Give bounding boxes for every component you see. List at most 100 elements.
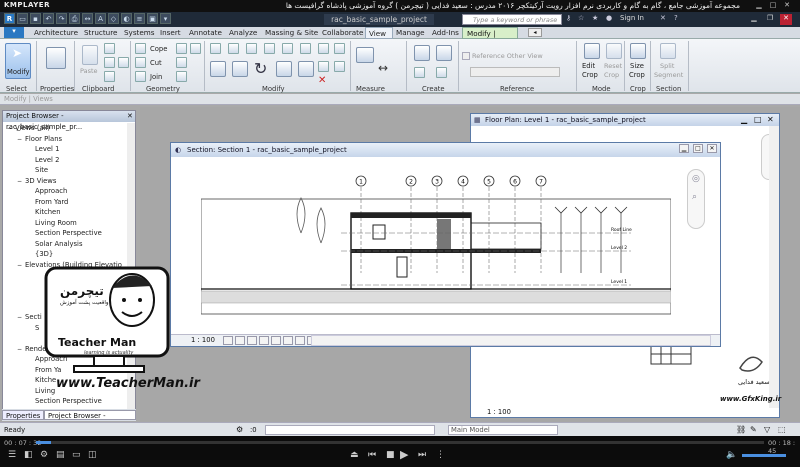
- player-close-icon[interactable]: ✕: [782, 1, 792, 10]
- cut-icon[interactable]: [135, 57, 146, 68]
- move-icon[interactable]: [210, 61, 226, 77]
- workset-dropdown[interactable]: [265, 425, 435, 435]
- section-qat-icon[interactable]: ◐: [121, 13, 132, 24]
- copy-element-icon[interactable]: [232, 61, 248, 77]
- player-play-icon[interactable]: ▶: [400, 448, 408, 461]
- visual-style-icon[interactable]: [235, 336, 245, 345]
- undo-icon[interactable]: ↶: [43, 13, 54, 24]
- select-underlay-icon[interactable]: ⬚: [778, 425, 786, 434]
- tree-toggle-icon[interactable]: −: [17, 178, 25, 185]
- temporary-hide-icon[interactable]: [295, 336, 305, 345]
- subscription-icon[interactable]: ⚷: [566, 14, 571, 22]
- tab-manage[interactable]: Manage: [396, 28, 425, 37]
- floor-plan-close-icon[interactable]: ✕: [767, 115, 774, 124]
- tree-item[interactable]: − Secti: [17, 313, 42, 321]
- qat-dropdown-icon[interactable]: ▾: [160, 13, 171, 24]
- revit-restore-icon[interactable]: ❐: [764, 14, 776, 25]
- tab-collaborate[interactable]: Collaborate: [322, 28, 363, 37]
- tab-view[interactable]: View: [365, 27, 393, 39]
- section-navigation-bar[interactable]: ◎ ⌕: [687, 169, 705, 229]
- tree-toggle-icon[interactable]: −: [17, 262, 25, 269]
- player-eq-icon[interactable]: ▤: [56, 450, 65, 460]
- player-cc-icon[interactable]: ▭: [72, 450, 81, 460]
- create-assembly-icon[interactable]: [414, 45, 430, 61]
- design-option-dropdown[interactable]: Main Model: [448, 425, 558, 435]
- favorites-icon[interactable]: ★: [592, 14, 598, 22]
- tree-item[interactable]: Kitchen: [27, 208, 61, 216]
- tree-toggle-icon[interactable]: −: [17, 346, 25, 353]
- cut-clip-icon[interactable]: [104, 57, 115, 68]
- tree-item[interactable]: −3D Views: [17, 177, 56, 185]
- create-parts-icon[interactable]: [436, 67, 447, 78]
- revit-minimize-icon[interactable]: ▁: [748, 14, 760, 25]
- shadows-icon[interactable]: [259, 336, 269, 345]
- measure-qat-icon[interactable]: ↔: [82, 13, 93, 24]
- paint-icon[interactable]: [176, 71, 187, 82]
- tree-item[interactable]: [27, 271, 35, 279]
- tag-icon[interactable]: A: [95, 13, 106, 24]
- player-prev-icon[interactable]: ⏮: [368, 450, 376, 460]
- tab-systems[interactable]: Systems: [124, 28, 155, 37]
- tree-toggle-icon[interactable]: −: [7, 125, 15, 132]
- tree-item[interactable]: Site: [27, 166, 48, 174]
- open-icon[interactable]: ▭: [17, 13, 28, 24]
- paste-icon[interactable]: [82, 45, 98, 65]
- size-crop-icon[interactable]: [630, 43, 646, 59]
- edit-crop-icon[interactable]: [584, 43, 600, 59]
- section-window[interactable]: Section: Section 1 - rac_basic_sample_pr…: [170, 142, 721, 347]
- create-similar-icon[interactable]: [414, 67, 425, 78]
- exchange-icon[interactable]: ✕: [660, 14, 666, 22]
- split-icon[interactable]: [282, 43, 293, 54]
- pin-icon[interactable]: [318, 43, 329, 54]
- tree-item[interactable]: Section Perspective: [27, 397, 102, 405]
- help-icon[interactable]: ?: [674, 14, 678, 22]
- ribbon-minimize-icon[interactable]: ◂: [528, 28, 542, 37]
- communication-icon[interactable]: ☆: [578, 14, 584, 22]
- clipboard-extra-icon[interactable]: [118, 57, 129, 68]
- section-scale[interactable]: 1 : 100: [191, 336, 215, 344]
- join-icon[interactable]: [135, 71, 146, 82]
- redo-icon[interactable]: ↷: [56, 13, 67, 24]
- tree-item[interactable]: [27, 303, 35, 311]
- crop-view-icon[interactable]: [271, 336, 281, 345]
- project-browser-close-icon[interactable]: ✕: [127, 112, 133, 120]
- player-stop-icon[interactable]: ■: [386, 450, 395, 460]
- player-eject-icon[interactable]: ⏏: [350, 450, 359, 460]
- split-face-icon[interactable]: [176, 57, 187, 68]
- filter-icon[interactable]: ▽: [764, 425, 770, 434]
- rotate-icon[interactable]: ↻: [254, 59, 267, 78]
- measure-icon[interactable]: [356, 47, 374, 63]
- steering-wheel-icon[interactable]: ◎: [692, 174, 700, 184]
- zoom-icon[interactable]: ⌕: [692, 192, 697, 202]
- tree-item[interactable]: Solar Analysis: [27, 240, 83, 248]
- reference-view-dropdown[interactable]: [470, 67, 560, 77]
- worksets-icon[interactable]: ⚙: [236, 425, 243, 434]
- tab-project-browser[interactable]: Project Browser - rac_basic_...: [44, 410, 136, 430]
- section-maximize-icon[interactable]: □: [693, 144, 703, 153]
- floor-plan-minimize-icon[interactable]: ▁: [741, 115, 747, 124]
- thin-lines-icon[interactable]: ≡: [134, 13, 145, 24]
- player-maximize-icon[interactable]: □: [768, 1, 778, 10]
- player-minimize-icon[interactable]: ▁: [754, 1, 764, 10]
- show-crop-icon[interactable]: [283, 336, 293, 345]
- tree-item[interactable]: From Yard: [27, 198, 68, 206]
- delete-icon[interactable]: ✕: [318, 75, 326, 86]
- section-horizontal-scrollbar[interactable]: [311, 335, 711, 346]
- create-group-icon[interactable]: [436, 45, 452, 61]
- demolish-icon[interactable]: [190, 43, 201, 54]
- array-icon[interactable]: [298, 61, 314, 77]
- split-gap-icon[interactable]: [300, 43, 311, 54]
- cope-icon[interactable]: [135, 43, 146, 54]
- select-links-icon[interactable]: ⛓: [736, 425, 746, 434]
- 3d-view-icon[interactable]: ◇: [108, 13, 119, 24]
- select-pinned-icon[interactable]: ✎: [750, 425, 757, 434]
- tab-properties-panel[interactable]: Properties: [2, 410, 45, 420]
- seek-bar[interactable]: [36, 441, 764, 444]
- tree-item[interactable]: Section Perspective: [27, 229, 102, 237]
- tree-item[interactable]: − Views (all): [7, 124, 50, 132]
- detail-level-icon[interactable]: [223, 336, 233, 345]
- dimension-icon[interactable]: ↔: [378, 61, 388, 75]
- tab-structure[interactable]: Structure: [84, 28, 117, 37]
- player-next-icon[interactable]: ⏭: [418, 450, 426, 460]
- tree-item[interactable]: Level 2: [27, 156, 59, 164]
